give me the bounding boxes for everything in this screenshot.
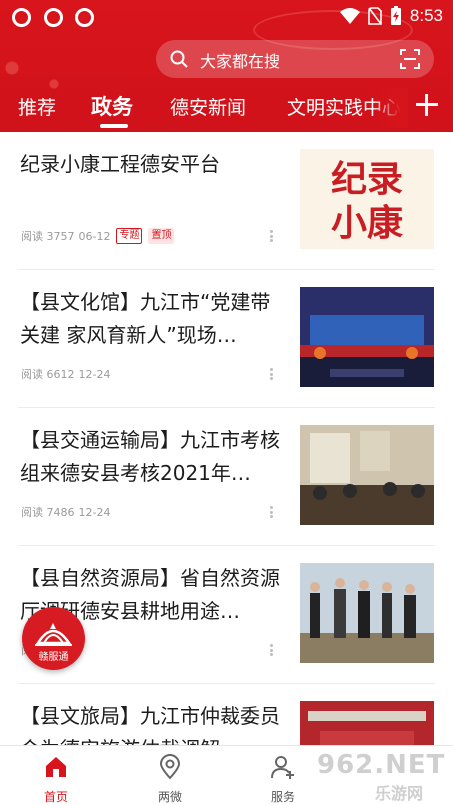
thumb-text-2: 小康 — [331, 202, 403, 244]
add-channel-icon[interactable] — [412, 90, 442, 120]
article-thumbnail — [300, 287, 434, 387]
thumb-text-1: 纪录 — [331, 158, 403, 200]
tab-government[interactable]: 政务 — [91, 91, 133, 121]
watermark-text: 962.NET — [317, 750, 446, 780]
nav-label: 首页 — [43, 790, 68, 804]
home-icon — [46, 757, 66, 777]
article-thumbnail: 纪录 小康 — [300, 149, 434, 249]
nav-label: 两微 — [157, 790, 182, 804]
tabs-fade-overlay — [372, 88, 408, 128]
tab-recommend[interactable]: 推荐 — [18, 93, 56, 120]
ganfutong-label: 赣服通 — [38, 652, 69, 663]
watermark-subtext: 乐游网 — [375, 784, 424, 803]
article-title: 【县交通运输局】九江市考核组来德安县考核2021年… — [20, 428, 280, 485]
search-icon — [170, 50, 188, 68]
nav-weibo-wechat[interactable]: 两微 — [130, 746, 210, 805]
scan-icon[interactable] — [400, 49, 420, 69]
article-item[interactable]: 纪录小康工程德安平台 阅读 3757 06-12 专题 置顶 纪录 小康 — [0, 132, 453, 270]
article-thumbnail — [300, 563, 434, 663]
publish-date: 12-24 — [78, 505, 111, 519]
more-options-icon[interactable] — [270, 230, 273, 242]
battery-charging-icon — [390, 6, 401, 25]
user-add-icon — [271, 756, 294, 779]
article-item[interactable]: 【县文化馆】九江市“党建带关建 家风育新人”现场… 阅读 6612 12-24 — [0, 270, 453, 408]
no-sim-icon — [368, 7, 382, 25]
notification-app-icon — [75, 8, 94, 27]
article-meta: 阅读 3757 06-12 专题 置顶 — [21, 228, 175, 244]
read-count: 阅读 7486 — [21, 506, 75, 519]
search-bar[interactable]: 大家都在搜 — [156, 40, 434, 78]
location-pin-icon — [159, 754, 181, 780]
more-options-icon[interactable] — [270, 644, 273, 656]
read-count: 阅读 6612 — [21, 368, 75, 381]
nav-services[interactable]: 服务 — [243, 746, 323, 805]
article-meta: 阅读 6612 12-24 — [21, 366, 110, 382]
app-header: 8:53 大家都在搜 推荐 政务 德安新闻 文明实践中心 — [0, 0, 453, 132]
ganfutong-button[interactable]: 赣服通 — [22, 607, 85, 670]
more-options-icon[interactable] — [270, 506, 273, 518]
article-item[interactable]: 【县交通运输局】九江市考核组来德安县考核2021年… 阅读 7486 12-24 — [0, 408, 453, 546]
nav-home[interactable]: 首页 — [16, 746, 96, 805]
notification-app-icon — [44, 8, 63, 27]
article-meta: 阅读 7486 12-24 — [21, 504, 110, 520]
search-placeholder: 大家都在搜 — [200, 52, 281, 71]
watermark-logo: 962.NET 乐游网 — [315, 748, 453, 805]
notification-app-icon — [12, 8, 31, 27]
topic-badge: 专题 — [116, 228, 143, 244]
article-thumbnail — [300, 425, 434, 525]
nav-label: 服务 — [270, 790, 295, 804]
publish-date: 06-12 — [78, 229, 111, 243]
ganfutong-logo-icon — [35, 623, 72, 646]
read-count: 阅读 3757 — [21, 230, 75, 243]
article-title: 【县文化馆】九江市“党建带关建 家风育新人”现场… — [20, 290, 271, 347]
more-options-icon[interactable] — [270, 368, 273, 380]
wifi-icon — [339, 8, 360, 24]
active-tab-indicator — [100, 124, 128, 128]
status-time: 8:53 — [409, 6, 443, 25]
article-list: 纪录小康工程德安平台 阅读 3757 06-12 专题 置顶 纪录 小康 【县文… — [0, 132, 453, 805]
article-title: 纪录小康工程德安平台 — [20, 152, 220, 176]
channel-tabs: 推荐 政务 德安新闻 文明实践中心 — [0, 88, 453, 128]
tab-dean-news[interactable]: 德安新闻 — [170, 93, 246, 120]
publish-date: 12-24 — [78, 367, 111, 381]
pinned-badge: 置顶 — [148, 228, 175, 244]
status-bar: 8:53 — [0, 0, 453, 32]
